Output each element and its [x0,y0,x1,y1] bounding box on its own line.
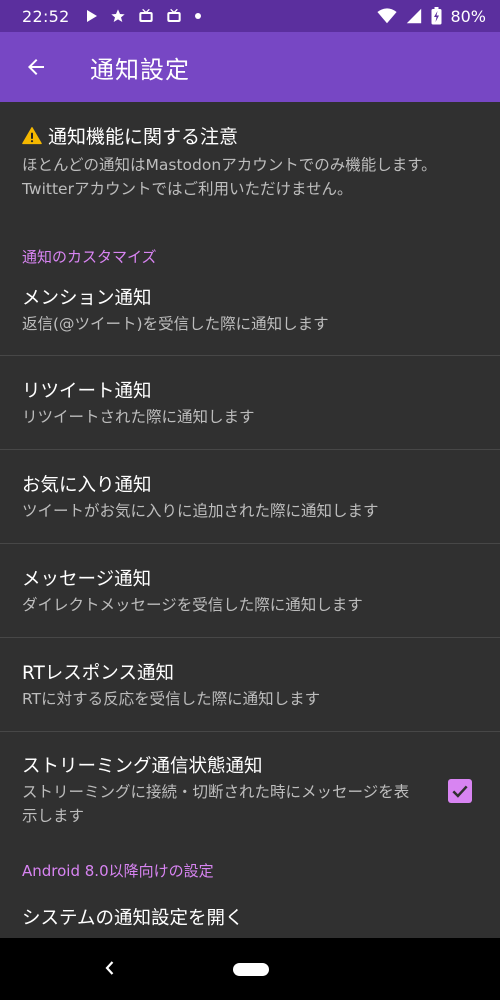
settings-list[interactable]: 通知機能に関する注意 ほとんどの通知はMastodonアカウントでのみ機能します… [0,102,500,938]
nav-back-icon[interactable] [100,958,120,978]
wifi-icon [377,8,398,24]
pref-summary: ツイートがお気に入りに追加された際に通知します [22,501,379,520]
check-icon [452,785,468,798]
page-title: 通知設定 [90,55,190,84]
nav-home-pill[interactable] [233,963,269,976]
notice-title: 通知機能に関する注意 [48,126,239,148]
notice-block: 通知機能に関する注意 ほとんどの通知はMastodonアカウントでのみ機能します… [0,102,500,232]
dot-icon [194,13,201,19]
pref-mention-notification[interactable]: メンション通知 返信(@ツイート)を受信した際に通知します [0,278,500,356]
battery-icon [431,7,442,25]
warning-icon [22,126,42,144]
pref-summary: ストリーミングに接続・切断された時にメッセージを表示します [22,783,410,825]
pref-rt-response-notification[interactable]: RTレスポンス通知 RTに対する反応を受信した際に通知します [0,638,500,732]
notice-body: ほとんどの通知はMastodonアカウントでのみ機能します。Twitterアカウ… [22,156,437,198]
pref-title: リツイート通知 [22,380,152,402]
pref-summary: RTに対する反応を受信した際に通知します [22,689,321,708]
pref-retweet-notification[interactable]: リツイート通知 リツイートされた際に通知します [0,356,500,450]
star-icon [110,9,125,22]
pref-summary: ダイレクトメッセージを受信した際に通知します [22,595,363,614]
pref-message-notification[interactable]: メッセージ通知 ダイレクトメッセージを受信した際に通知します [0,544,500,638]
pref-title: RTレスポンス通知 [22,662,174,684]
tv-icon [166,8,181,22]
pref-title: ストリーミング通信状態通知 [22,756,263,777]
status-notification-icons [86,8,378,24]
category-customize: 通知のカスタマイズ [22,248,157,266]
tv-icon [138,8,153,22]
navigation-bar [0,938,500,1000]
category-android: Android 8.0以降向けの設定 [22,862,214,880]
pref-open-system-settings[interactable]: システムの通知設定を開く [0,894,500,932]
pref-streaming-status-notification[interactable]: ストリーミング通信状態通知 ストリーミングに接続・切断された時にメッセージを表示… [0,732,500,850]
pref-title: お気に入り通知 [22,474,152,496]
pref-favorite-notification[interactable]: お気に入り通知 ツイートがお気に入りに追加された際に通知します [0,450,500,544]
back-button[interactable] [0,32,72,102]
status-system-icons: 80% [377,7,486,26]
battery-percent: 80% [450,6,486,26]
pref-summary: 返信(@ツイート)を受信した際に通知します [22,315,329,333]
status-bar: 22:52 80% [0,0,500,32]
arrow-back-icon [28,59,44,75]
pref-title: メッセージ通知 [22,568,152,590]
app-bar: 通知設定 [0,32,500,102]
signal-icon [407,8,422,24]
pref-title: メンション通知 [22,288,152,309]
status-time: 22:52 [22,6,70,26]
play-icon [86,10,97,22]
streaming-checkbox[interactable] [448,779,472,803]
pref-summary: リツイートされた際に通知します [22,407,255,426]
notice-title-row: 通知機能に関する注意 [22,122,478,149]
